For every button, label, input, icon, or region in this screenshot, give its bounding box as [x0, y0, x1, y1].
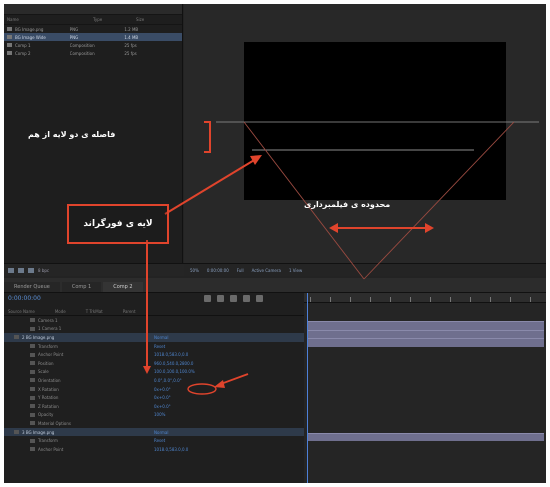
arrowhead-icon — [250, 155, 262, 165]
after-effects-screenshot: Name Type Size BG Image.png PNG 1.2 MB B… — [4, 4, 546, 483]
foreground-layer-callout: لایه ی فورگراند — [67, 204, 169, 244]
position-value-highlight — [187, 383, 217, 395]
camera-range-annotation: محدوده ی فیلمبرداری — [304, 200, 391, 209]
foreground-pointer-arrow — [164, 158, 257, 215]
distance-bracket — [204, 121, 211, 153]
foreground-layer-annotation: لایه ی فورگراند — [83, 219, 153, 229]
arrowhead-icon — [214, 380, 225, 388]
arrowhead-down-icon — [143, 366, 151, 374]
arrowhead-left-icon — [329, 223, 338, 233]
layer-distance-annotation: فاصله ی دو لایه از هم — [28, 130, 116, 139]
arrowhead-right-icon — [425, 223, 434, 233]
